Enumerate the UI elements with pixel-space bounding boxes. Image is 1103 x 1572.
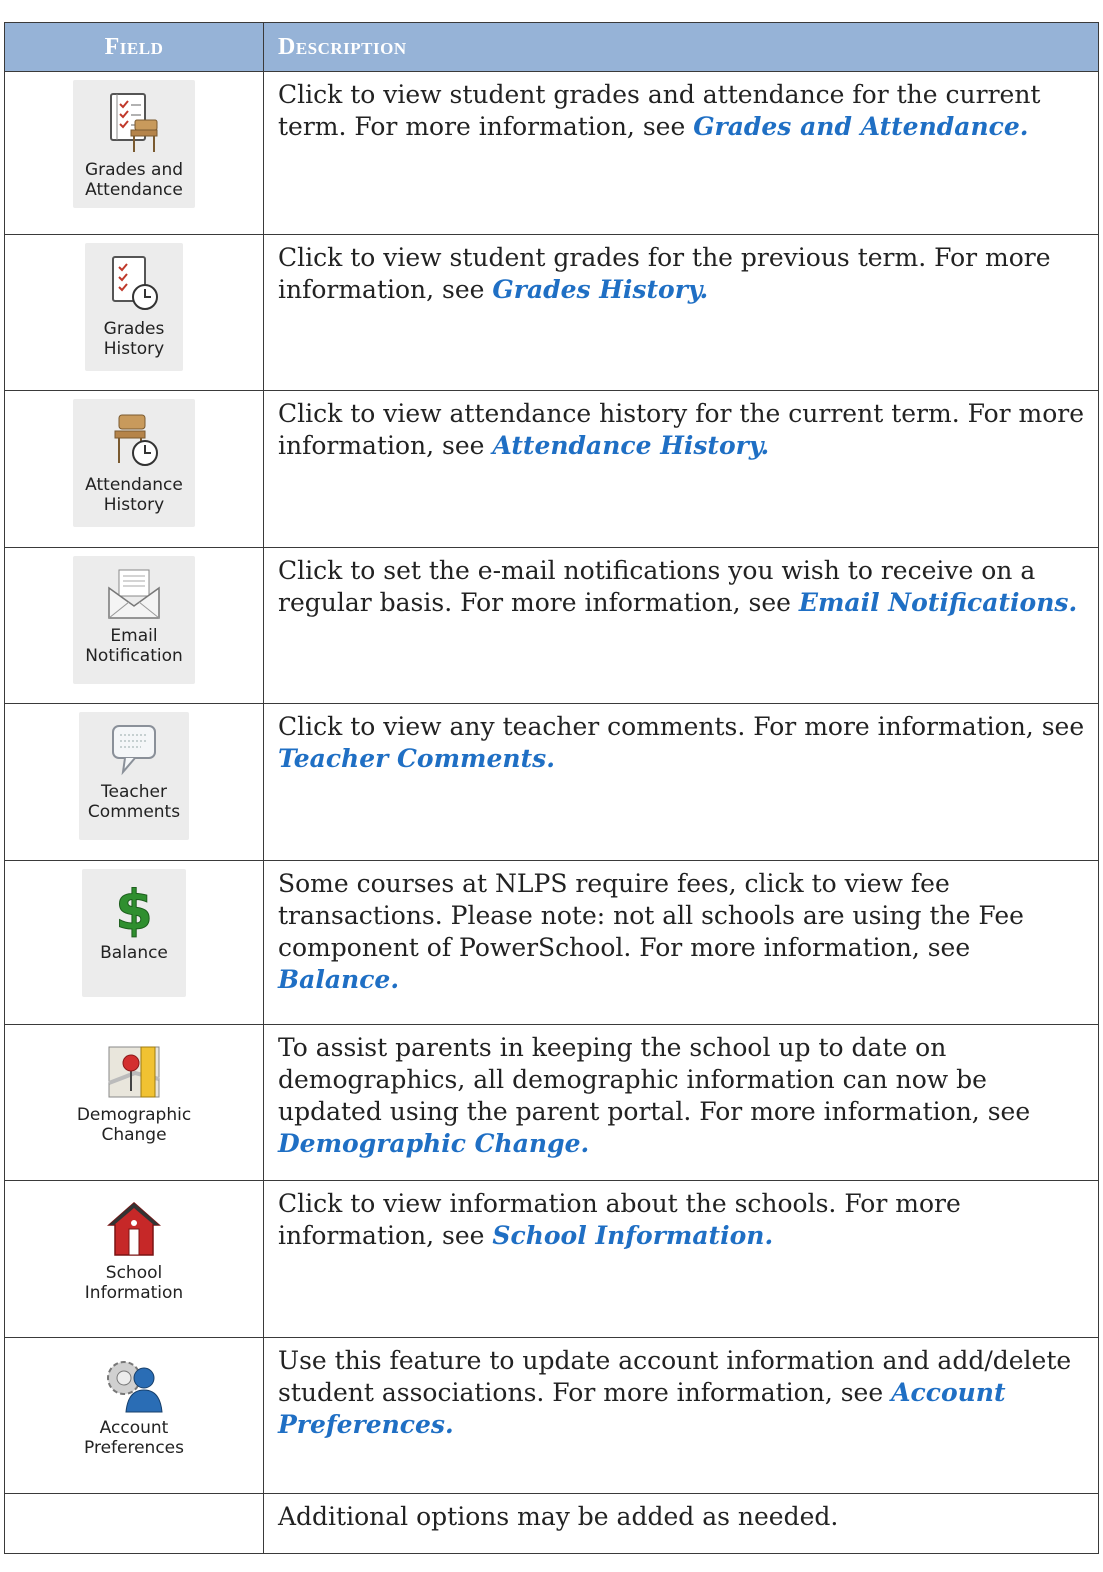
field-cell: Grades History — [4, 234, 264, 391]
attendance-history-link[interactable]: Attendance History. — [492, 431, 769, 460]
demographic-change-link[interactable]: Demographic Change. — [278, 1129, 589, 1158]
grades-attendance-button[interactable]: Grades and Attendance — [73, 80, 195, 208]
tile-label: Demographic Change — [76, 1105, 192, 1145]
grades-history-icon — [112, 256, 158, 310]
table-row: Account Preferences Use this feature to … — [4, 1337, 1099, 1494]
description-cell: Click to view information about the scho… — [263, 1180, 1099, 1338]
table-row: Teacher Comments Click to view any teach… — [4, 703, 1099, 861]
attendance-history-button[interactable]: Attendance History — [73, 399, 195, 527]
table-row: School Information Click to view informa… — [4, 1180, 1099, 1338]
field-cell: Account Preferences — [4, 1337, 264, 1494]
table-row: $ Balance Some courses at NLPS require f… — [4, 860, 1099, 1025]
description-cell: To assist parents in keeping the school … — [263, 1024, 1099, 1181]
tile-label: Email Notification — [85, 626, 183, 666]
description-cell: Click to view attendance history for the… — [263, 390, 1099, 548]
description-text: To assist parents in keeping the school … — [278, 1033, 1031, 1126]
balance-link[interactable]: Balance. — [278, 965, 399, 994]
description-cell: Use this feature to update account infor… — [263, 1337, 1099, 1494]
tile-label: Teacher Comments — [87, 782, 181, 822]
school-information-icon — [107, 1202, 161, 1256]
grades-attendance-icon — [110, 93, 158, 152]
svg-text:$: $ — [115, 879, 153, 939]
demographic-change-button[interactable]: Demographic Change — [73, 1033, 195, 1161]
field-cell: Teacher Comments — [4, 703, 264, 861]
description-cell: Click to view student grades for the pre… — [263, 234, 1099, 391]
grades-history-link[interactable]: Grades History. — [492, 275, 708, 304]
description-column-header: Description — [263, 22, 1099, 72]
tile-label: Grades and Attendance — [84, 160, 184, 200]
description-text: Some courses at NLPS require fees, click… — [278, 869, 1024, 962]
field-cell: Grades and Attendance — [4, 71, 264, 235]
teacher-comments-button[interactable]: Teacher Comments — [79, 712, 189, 840]
table-row: Demographic Change To assist parents in … — [4, 1024, 1099, 1181]
field-cell: $ Balance — [4, 860, 264, 1025]
balance-dollar-icon: $ — [115, 879, 154, 939]
description-cell: Click to view any teacher comments. For … — [263, 703, 1099, 861]
description-text: Click to view any teacher comments. For … — [278, 712, 1085, 741]
description-text: Additional options may be added as neede… — [278, 1502, 839, 1531]
tile-label: Balance — [100, 943, 168, 963]
field-cell: Attendance History — [4, 390, 264, 548]
email-notifications-link[interactable]: Email Notifications. — [799, 588, 1077, 617]
field-column-header: Field — [4, 22, 264, 72]
account-preferences-icon — [107, 1361, 163, 1413]
teacher-comments-icon — [112, 725, 156, 776]
school-information-button[interactable]: School Information — [73, 1189, 195, 1317]
school-information-link[interactable]: School Information. — [492, 1221, 773, 1250]
grades-and-attendance-link[interactable]: Grades and Attendance. — [693, 112, 1028, 141]
account-preferences-button[interactable]: Account Preferences — [73, 1346, 195, 1474]
tile-label: School Information — [84, 1263, 184, 1303]
field-cell: Demographic Change — [4, 1024, 264, 1181]
description-cell: Additional options may be added as neede… — [263, 1493, 1099, 1554]
table-row: Additional options may be added as neede… — [4, 1493, 1099, 1554]
description-cell: Some courses at NLPS require fees, click… — [263, 860, 1099, 1025]
table-row: Attendance History Click to view attenda… — [4, 390, 1099, 548]
tile-label: Account Preferences — [84, 1418, 184, 1458]
table-row: Email Notification Click to set the e-ma… — [4, 547, 1099, 704]
table-row: Grades History Click to view student gra… — [4, 234, 1099, 391]
tile-label: Attendance History — [85, 475, 183, 515]
email-notification-button[interactable]: Email Notification — [73, 556, 195, 684]
balance-button[interactable]: $ Balance — [82, 869, 186, 997]
field-cell — [4, 1493, 264, 1554]
description-cell: Click to set the e-mail notifications yo… — [263, 547, 1099, 704]
field-cell: School Information — [4, 1180, 264, 1338]
teacher-comments-link[interactable]: Teacher Comments. — [278, 744, 555, 773]
tile-label: Grades History — [103, 319, 165, 359]
field-description-table: Field Description Grades and Attendance … — [4, 22, 1099, 1554]
description-cell: Click to view student grades and attenda… — [263, 71, 1099, 235]
demographic-change-icon — [108, 1046, 160, 1098]
attendance-history-icon — [114, 414, 158, 466]
grades-history-button[interactable]: Grades History — [85, 243, 183, 371]
table-row: Grades and Attendance Click to view stud… — [4, 71, 1099, 235]
email-notification-icon — [108, 569, 160, 619]
table-header-row: Field Description — [4, 22, 1099, 72]
field-cell: Email Notification — [4, 547, 264, 704]
